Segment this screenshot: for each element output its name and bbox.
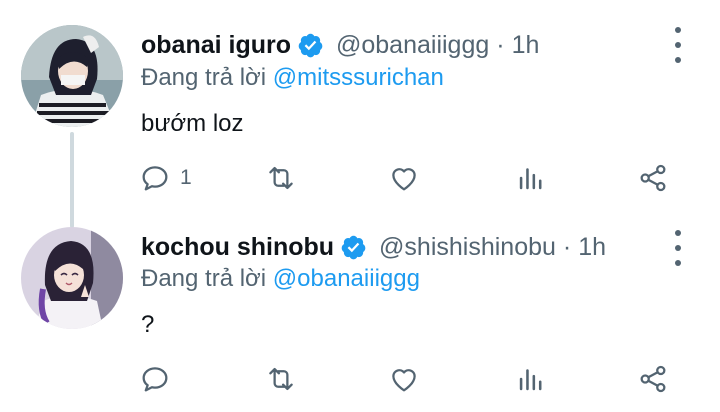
reply-context: Đang trả lời @obanaiiiggg <box>141 265 420 293</box>
display-name[interactable]: kochou shinobu <box>141 233 334 262</box>
timestamp[interactable]: 1h <box>578 233 606 262</box>
action-bar: 1 <box>138 158 698 198</box>
tweet-header: obanai iguro @obanaiiiggg · 1h <box>141 25 539 65</box>
like-button[interactable] <box>387 158 421 198</box>
reply-context: Đang trả lời @mitsssurichan <box>141 64 444 92</box>
retweet-button[interactable] <box>264 158 298 198</box>
views-icon <box>519 369 542 391</box>
reply-prefix: Đang trả lời <box>141 265 273 292</box>
avatar[interactable] <box>21 25 123 127</box>
reply-mention-link[interactable]: @mitsssurichan <box>273 64 444 91</box>
share-button[interactable] <box>636 359 670 399</box>
reply-count: 1 <box>180 166 192 189</box>
like-icon <box>392 168 416 191</box>
retweet-icon <box>269 367 293 391</box>
retweet-icon <box>269 166 293 190</box>
timestamp[interactable]: 1h <box>512 31 540 60</box>
reply-icon <box>142 367 168 392</box>
verified-badge-icon <box>341 235 366 259</box>
verified-badge-icon <box>298 33 323 57</box>
share-icon <box>640 164 666 192</box>
action-bar <box>138 359 698 399</box>
share-icon <box>640 365 666 393</box>
user-handle[interactable]: @shishishinobu <box>379 233 556 262</box>
more-icon[interactable] <box>668 230 688 266</box>
display-name[interactable]: obanai iguro <box>141 31 291 60</box>
avatar[interactable] <box>21 227 123 329</box>
share-button[interactable] <box>636 158 670 198</box>
tweet-text: bướm loz <box>141 110 244 137</box>
like-button[interactable] <box>387 359 421 399</box>
reply-button[interactable]: 1 <box>138 158 192 198</box>
tweet-header: kochou shinobu @shishishinobu · 1h <box>141 227 606 267</box>
views-icon <box>519 168 542 190</box>
tweet-text: ? <box>141 311 155 338</box>
thread-connector-line <box>70 132 74 228</box>
reply-prefix: Đang trả lời <box>141 64 273 91</box>
more-icon[interactable] <box>668 27 688 63</box>
separator-dot: · <box>562 232 572 261</box>
reply-mention-link[interactable]: @obanaiiiggg <box>273 265 420 292</box>
views-button[interactable] <box>514 158 548 198</box>
views-button[interactable] <box>514 359 548 399</box>
like-icon <box>392 369 416 392</box>
user-handle[interactable]: @obanaiiiggg <box>336 31 489 60</box>
retweet-button[interactable] <box>264 359 298 399</box>
reply-button[interactable] <box>138 359 180 399</box>
separator-dot: · <box>496 30 505 59</box>
reply-icon <box>142 166 168 191</box>
